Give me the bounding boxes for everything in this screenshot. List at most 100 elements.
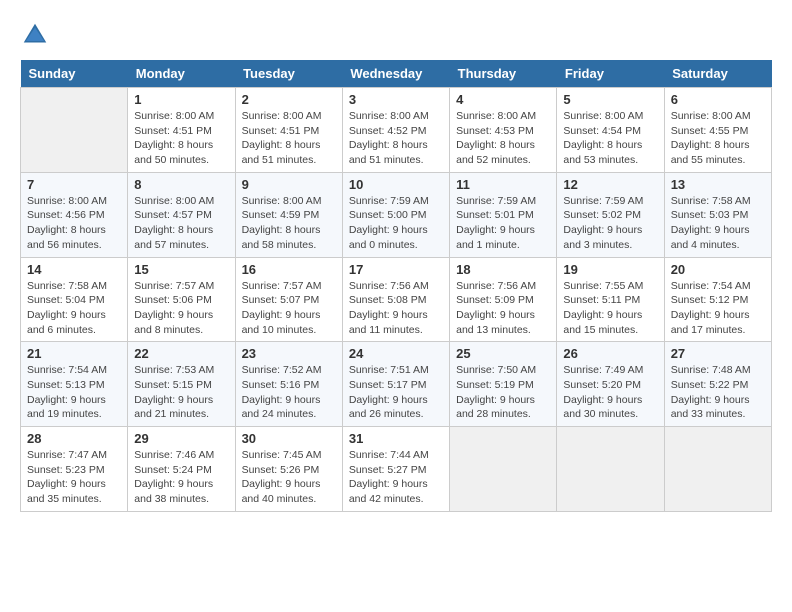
- header-day: Thursday: [450, 60, 557, 88]
- calendar-cell: 4 Sunrise: 8:00 AMSunset: 4:53 PMDaylight…: [450, 88, 557, 173]
- calendar-cell: 9 Sunrise: 8:00 AMSunset: 4:59 PMDaylight…: [235, 172, 342, 257]
- calendar-week-row: 14 Sunrise: 7:58 AMSunset: 5:04 PMDayligh…: [21, 257, 772, 342]
- day-info: Sunrise: 8:00 AMSunset: 4:56 PMDaylight:…: [27, 194, 121, 253]
- calendar-cell: 14 Sunrise: 7:58 AMSunset: 5:04 PMDayligh…: [21, 257, 128, 342]
- day-info: Sunrise: 7:48 AMSunset: 5:22 PMDaylight:…: [671, 363, 765, 422]
- day-number: 16: [242, 262, 336, 277]
- day-number: 30: [242, 431, 336, 446]
- calendar-cell: 6 Sunrise: 8:00 AMSunset: 4:55 PMDaylight…: [664, 88, 771, 173]
- calendar-cell: 26 Sunrise: 7:49 AMSunset: 5:20 PMDayligh…: [557, 342, 664, 427]
- page-header: [20, 20, 772, 50]
- day-number: 12: [563, 177, 657, 192]
- day-info: Sunrise: 7:56 AMSunset: 5:08 PMDaylight:…: [349, 279, 443, 338]
- calendar-cell: 20 Sunrise: 7:54 AMSunset: 5:12 PMDayligh…: [664, 257, 771, 342]
- calendar-cell: 13 Sunrise: 7:58 AMSunset: 5:03 PMDayligh…: [664, 172, 771, 257]
- day-number: 1: [134, 92, 228, 107]
- day-number: 29: [134, 431, 228, 446]
- day-info: Sunrise: 7:49 AMSunset: 5:20 PMDaylight:…: [563, 363, 657, 422]
- day-number: 4: [456, 92, 550, 107]
- day-info: Sunrise: 7:55 AMSunset: 5:11 PMDaylight:…: [563, 279, 657, 338]
- day-info: Sunrise: 7:59 AMSunset: 5:02 PMDaylight:…: [563, 194, 657, 253]
- header-day: Friday: [557, 60, 664, 88]
- calendar-cell: 18 Sunrise: 7:56 AMSunset: 5:09 PMDayligh…: [450, 257, 557, 342]
- day-number: 15: [134, 262, 228, 277]
- calendar-week-row: 28 Sunrise: 7:47 AMSunset: 5:23 PMDayligh…: [21, 427, 772, 512]
- day-info: Sunrise: 8:00 AMSunset: 4:53 PMDaylight:…: [456, 109, 550, 168]
- day-info: Sunrise: 8:00 AMSunset: 4:51 PMDaylight:…: [134, 109, 228, 168]
- day-number: 3: [349, 92, 443, 107]
- header-row: SundayMondayTuesdayWednesdayThursdayFrid…: [21, 60, 772, 88]
- day-info: Sunrise: 7:44 AMSunset: 5:27 PMDaylight:…: [349, 448, 443, 507]
- calendar-cell: 22Sunrise: 7:53 AMSunset: 5:15 PMDayligh…: [128, 342, 235, 427]
- day-number: 2: [242, 92, 336, 107]
- calendar-cell: 2 Sunrise: 8:00 AMSunset: 4:51 PMDaylight…: [235, 88, 342, 173]
- day-number: 19: [563, 262, 657, 277]
- day-info: Sunrise: 7:56 AMSunset: 5:09 PMDaylight:…: [456, 279, 550, 338]
- day-number: 11: [456, 177, 550, 192]
- logo-icon: [20, 20, 50, 50]
- day-number: 8: [134, 177, 228, 192]
- calendar-table: SundayMondayTuesdayWednesdayThursdayFrid…: [20, 60, 772, 512]
- header-day: Monday: [128, 60, 235, 88]
- day-number: 23: [242, 346, 336, 361]
- calendar-cell: 27Sunrise: 7:48 AMSunset: 5:22 PMDayligh…: [664, 342, 771, 427]
- calendar-cell: 16 Sunrise: 7:57 AMSunset: 5:07 PMDayligh…: [235, 257, 342, 342]
- day-info: Sunrise: 7:57 AMSunset: 5:06 PMDaylight:…: [134, 279, 228, 338]
- day-number: 20: [671, 262, 765, 277]
- calendar-cell: 12 Sunrise: 7:59 AMSunset: 5:02 PMDayligh…: [557, 172, 664, 257]
- day-info: Sunrise: 7:58 AMSunset: 5:04 PMDaylight:…: [27, 279, 121, 338]
- day-number: 31: [349, 431, 443, 446]
- day-info: Sunrise: 7:51 AMSunset: 5:17 PMDaylight:…: [349, 363, 443, 422]
- day-info: Sunrise: 7:54 AMSunset: 5:13 PMDaylight:…: [27, 363, 121, 422]
- calendar-week-row: 21 Sunrise: 7:54 AMSunset: 5:13 PMDayligh…: [21, 342, 772, 427]
- calendar-cell: 23 Sunrise: 7:52 AMSunset: 5:16 PMDayligh…: [235, 342, 342, 427]
- calendar-cell: [450, 427, 557, 512]
- day-number: 28: [27, 431, 121, 446]
- day-number: 9: [242, 177, 336, 192]
- logo: [20, 20, 54, 50]
- day-number: 7: [27, 177, 121, 192]
- calendar-cell: 11Sunrise: 7:59 AMSunset: 5:01 PMDayligh…: [450, 172, 557, 257]
- calendar-cell: 25Sunrise: 7:50 AMSunset: 5:19 PMDayligh…: [450, 342, 557, 427]
- day-info: Sunrise: 8:00 AMSunset: 4:52 PMDaylight:…: [349, 109, 443, 168]
- day-number: 14: [27, 262, 121, 277]
- calendar-cell: 31 Sunrise: 7:44 AMSunset: 5:27 PMDayligh…: [342, 427, 449, 512]
- day-info: Sunrise: 8:00 AMSunset: 4:51 PMDaylight:…: [242, 109, 336, 168]
- header-day: Tuesday: [235, 60, 342, 88]
- day-info: Sunrise: 8:00 AMSunset: 4:57 PMDaylight:…: [134, 194, 228, 253]
- day-info: Sunrise: 8:00 AMSunset: 4:54 PMDaylight:…: [563, 109, 657, 168]
- day-number: 18: [456, 262, 550, 277]
- day-number: 13: [671, 177, 765, 192]
- day-number: 5: [563, 92, 657, 107]
- calendar-cell: [557, 427, 664, 512]
- day-info: Sunrise: 8:00 AMSunset: 4:55 PMDaylight:…: [671, 109, 765, 168]
- calendar-cell: 17 Sunrise: 7:56 AMSunset: 5:08 PMDayligh…: [342, 257, 449, 342]
- calendar-cell: 5 Sunrise: 8:00 AMSunset: 4:54 PMDaylight…: [557, 88, 664, 173]
- day-info: Sunrise: 7:58 AMSunset: 5:03 PMDaylight:…: [671, 194, 765, 253]
- day-number: 24: [349, 346, 443, 361]
- day-info: Sunrise: 7:47 AMSunset: 5:23 PMDaylight:…: [27, 448, 121, 507]
- day-number: 21: [27, 346, 121, 361]
- day-info: Sunrise: 7:54 AMSunset: 5:12 PMDaylight:…: [671, 279, 765, 338]
- calendar-cell: 28 Sunrise: 7:47 AMSunset: 5:23 PMDayligh…: [21, 427, 128, 512]
- calendar-week-row: 7 Sunrise: 8:00 AMSunset: 4:56 PMDaylight…: [21, 172, 772, 257]
- day-info: Sunrise: 7:50 AMSunset: 5:19 PMDaylight:…: [456, 363, 550, 422]
- day-number: 22: [134, 346, 228, 361]
- day-info: Sunrise: 7:59 AMSunset: 5:00 PMDaylight:…: [349, 194, 443, 253]
- day-number: 26: [563, 346, 657, 361]
- calendar-cell: 7 Sunrise: 8:00 AMSunset: 4:56 PMDaylight…: [21, 172, 128, 257]
- day-info: Sunrise: 8:00 AMSunset: 4:59 PMDaylight:…: [242, 194, 336, 253]
- calendar-cell: 19 Sunrise: 7:55 AMSunset: 5:11 PMDayligh…: [557, 257, 664, 342]
- day-info: Sunrise: 7:45 AMSunset: 5:26 PMDaylight:…: [242, 448, 336, 507]
- header-day: Sunday: [21, 60, 128, 88]
- day-info: Sunrise: 7:57 AMSunset: 5:07 PMDaylight:…: [242, 279, 336, 338]
- calendar-cell: 8 Sunrise: 8:00 AMSunset: 4:57 PMDaylight…: [128, 172, 235, 257]
- day-number: 6: [671, 92, 765, 107]
- calendar-cell: 24 Sunrise: 7:51 AMSunset: 5:17 PMDayligh…: [342, 342, 449, 427]
- calendar-cell: 15 Sunrise: 7:57 AMSunset: 5:06 PMDayligh…: [128, 257, 235, 342]
- day-number: 17: [349, 262, 443, 277]
- header-day: Saturday: [664, 60, 771, 88]
- day-info: Sunrise: 7:52 AMSunset: 5:16 PMDaylight:…: [242, 363, 336, 422]
- header-day: Wednesday: [342, 60, 449, 88]
- calendar-cell: 10Sunrise: 7:59 AMSunset: 5:00 PMDayligh…: [342, 172, 449, 257]
